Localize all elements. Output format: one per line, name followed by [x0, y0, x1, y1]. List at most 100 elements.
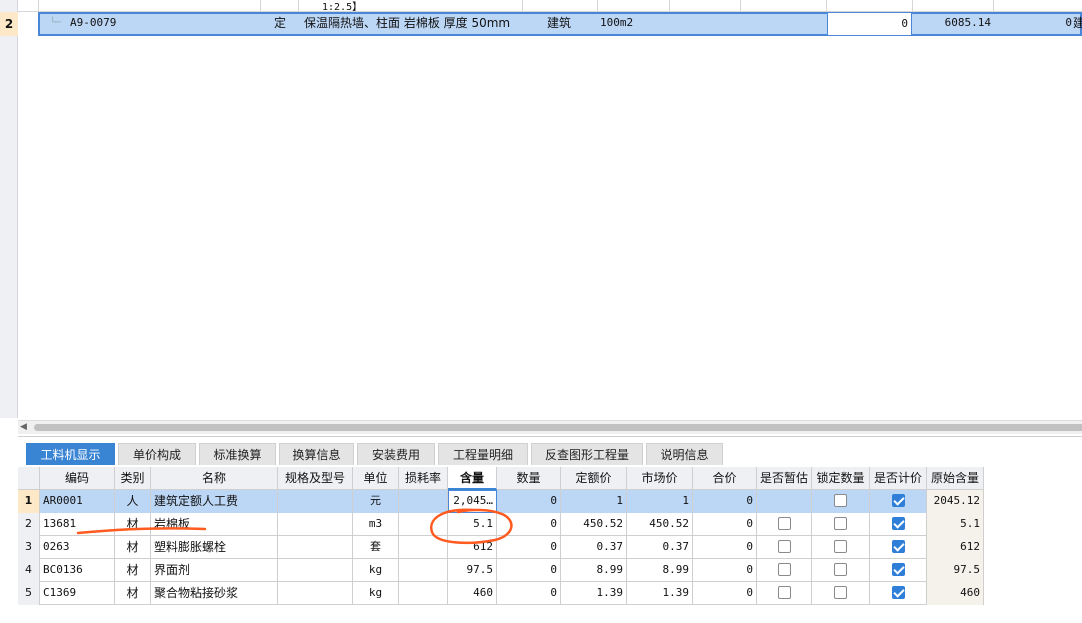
quota-code[interactable]: A9-0079	[70, 12, 116, 36]
cell-is-priced[interactable]	[870, 490, 927, 513]
cell-quota-price[interactable]: 8.99	[561, 559, 627, 582]
checkbox-checked-icon[interactable]	[891, 540, 905, 553]
cell-unit[interactable]: m3	[353, 513, 399, 536]
cell-lock-quantity[interactable]	[812, 490, 870, 513]
cell-code[interactable]: 13681	[40, 513, 115, 536]
resource-row[interactable]: 5 C1369 材聚合物粘接砂浆 kg 460 0 1.39 1.39 0 460	[18, 582, 984, 605]
cell-is-priced[interactable]	[870, 582, 927, 605]
header-code[interactable]: 编码	[40, 467, 115, 490]
cell-is-estimate[interactable]	[757, 559, 812, 582]
cell-market-price[interactable]: 8.99	[627, 559, 693, 582]
quota-row[interactable]: 2 └─ A9-0079 定 保温隔热墙、柱面 岩棉板 厚度 50mm 建筑 1…	[0, 12, 1082, 36]
cell-quota-price[interactable]: 450.52	[561, 513, 627, 536]
checkbox-unchecked-icon[interactable]	[834, 586, 847, 599]
cell-quota-price[interactable]: 0.37	[561, 536, 627, 559]
cell-spec[interactable]	[278, 559, 353, 582]
cell-category[interactable]: 材	[115, 559, 151, 582]
cell-spec[interactable]	[278, 536, 353, 559]
cell-spec[interactable]	[278, 513, 353, 536]
cell-total[interactable]: 0	[693, 582, 757, 605]
cell-loss-rate[interactable]	[399, 490, 448, 513]
cell-code[interactable]: C1369	[40, 582, 115, 605]
resource-row[interactable]: 2 13681 材岩棉板 m3 5.1 0 450.52 450.52 0 5.1	[18, 513, 984, 536]
scrollbar-thumb[interactable]	[34, 424, 1082, 431]
checkbox-unchecked-icon[interactable]	[834, 540, 847, 553]
header-content[interactable]: 含量	[448, 467, 497, 490]
cell-market-price[interactable]: 1.39	[627, 582, 693, 605]
cell-is-priced[interactable]	[870, 559, 927, 582]
quota-total[interactable]: 0	[994, 12, 1072, 36]
cell-code[interactable]: BC0136	[40, 559, 115, 582]
cell-is-estimate[interactable]	[757, 582, 812, 605]
checkbox-checked-icon[interactable]	[891, 517, 905, 530]
cell-is-priced[interactable]	[870, 536, 927, 559]
quota-unit[interactable]: 100m2	[600, 12, 633, 36]
header-is-estimate[interactable]: 是否暂估	[757, 467, 812, 490]
header-unit[interactable]: 单位	[353, 467, 399, 490]
header-loss-rate[interactable]: 损耗率	[399, 467, 448, 490]
cell-content[interactable]: 612	[448, 536, 497, 559]
cell-lock-quantity[interactable]	[812, 582, 870, 605]
checkbox-unchecked-icon[interactable]	[834, 494, 847, 507]
header-total[interactable]: 合价	[693, 467, 757, 490]
resource-row[interactable]: 3 0263 材塑料膨胀螺栓套 612 0 0.37 0.37 0 612	[18, 536, 984, 559]
header-quota-price[interactable]: 定额价	[561, 467, 627, 490]
cell-spec[interactable]	[278, 490, 353, 513]
header-original-content[interactable]: 原始含量	[927, 467, 984, 490]
quantity-input[interactable]: 0	[827, 12, 912, 36]
cell-lock-quantity[interactable]	[812, 513, 870, 536]
cell-loss-rate[interactable]	[399, 559, 448, 582]
tab-reverse-graphic-quantity[interactable]: 反查图形工程量	[531, 443, 643, 465]
checkbox-unchecked-icon[interactable]	[777, 517, 791, 530]
cell-category[interactable]: 人	[115, 490, 151, 513]
tab-description[interactable]: 说明信息	[646, 443, 723, 465]
cell-original-content[interactable]: 2045.12	[927, 490, 984, 513]
cell-spec[interactable]	[278, 582, 353, 605]
checkbox-checked-icon[interactable]	[891, 563, 905, 576]
cell-loss-rate[interactable]	[399, 536, 448, 559]
cell-content[interactable]: 460	[448, 582, 497, 605]
cell-name[interactable]: 塑料膨胀螺栓	[151, 536, 278, 559]
cell-quantity[interactable]: 0	[497, 559, 561, 582]
tab-quantity-detail[interactable]: 工程量明细	[438, 443, 528, 465]
quota-major[interactable]: 建筑	[547, 12, 571, 36]
cell-original-content[interactable]: 97.5	[927, 559, 984, 582]
horizontal-scrollbar[interactable]: ◀	[18, 420, 1082, 434]
tab-standard-conversion[interactable]: 标准换算	[199, 443, 276, 465]
cell-quota-price[interactable]: 1.39	[561, 582, 627, 605]
cell-category[interactable]: 材	[115, 513, 151, 536]
cell-is-estimate[interactable]	[757, 513, 812, 536]
cell-market-price[interactable]: 1	[627, 490, 693, 513]
checkbox-checked-icon[interactable]	[891, 586, 905, 599]
cell-market-price[interactable]: 0.37	[627, 536, 693, 559]
cell-total[interactable]: 0	[693, 490, 757, 513]
cell-content[interactable]: 2,045…	[448, 490, 497, 513]
header-spec[interactable]: 规格及型号	[278, 467, 353, 490]
cell-market-price[interactable]: 450.52	[627, 513, 693, 536]
tab-labor-material-machine[interactable]: 工料机显示	[26, 443, 115, 465]
cell-name[interactable]: 聚合物粘接砂浆	[151, 582, 278, 605]
cell-unit[interactable]: 套	[353, 536, 399, 559]
cell-name[interactable]: 界面剂	[151, 559, 278, 582]
scroll-left-icon[interactable]: ◀	[20, 421, 27, 434]
header-is-priced[interactable]: 是否计价	[870, 467, 927, 490]
cell-is-estimate[interactable]	[757, 490, 812, 513]
cell-category[interactable]: 材	[115, 536, 151, 559]
checkbox-unchecked-icon[interactable]	[834, 563, 847, 576]
cell-content[interactable]: 5.1	[448, 513, 497, 536]
quota-name[interactable]: 保温隔热墙、柱面 岩棉板 厚度 50mm	[304, 12, 520, 36]
cell-name[interactable]: 建筑定额人工费	[151, 490, 278, 513]
cell-total[interactable]: 0	[693, 559, 757, 582]
cell-name[interactable]: 岩棉板	[151, 513, 278, 536]
quota-unit-price[interactable]: 6085.14	[913, 12, 991, 36]
cell-is-priced[interactable]	[870, 513, 927, 536]
cell-original-content[interactable]: 5.1	[927, 513, 984, 536]
cell-category[interactable]: 材	[115, 582, 151, 605]
cell-quantity[interactable]: 0	[497, 490, 561, 513]
cell-quantity[interactable]: 0	[497, 536, 561, 559]
cell-code[interactable]: AR0001	[40, 490, 115, 513]
cell-quantity[interactable]: 0	[497, 582, 561, 605]
header-quantity[interactable]: 数量	[497, 467, 561, 490]
cell-total[interactable]: 0	[693, 513, 757, 536]
header-lock-quantity[interactable]: 锁定数量	[812, 467, 870, 490]
